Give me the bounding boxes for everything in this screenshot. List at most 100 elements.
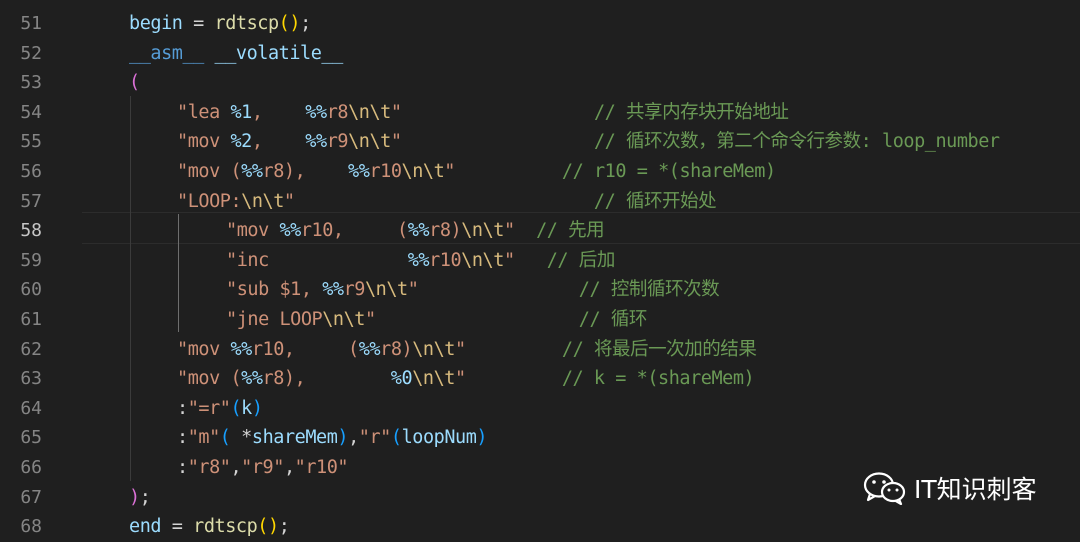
code-token: "jne LOOP — [226, 309, 323, 330]
code-token: "LOOP: — [177, 190, 242, 212]
code-editor[interactable]: 51 52 53 54 55 56 57 58 59 60 61 62 63 64 65 66 67 68 beg… — [0, 0, 1080, 537]
code-token: \n\t — [348, 131, 391, 153]
code-token: ) — [337, 427, 349, 449]
code-token: shareMem — [251, 427, 338, 449]
code-token: "r" — [358, 427, 392, 449]
code-token: r9 — [343, 279, 366, 301]
code-line: :"r8","r9","r10" — [177, 453, 349, 483]
code-token: rdtscp — [214, 13, 280, 34]
code-token: %% — [230, 338, 252, 360]
code-token: \n\t — [364, 279, 408, 301]
line-number: 61 — [20, 309, 42, 330]
code-token: %% — [305, 131, 327, 153]
wechat-icon — [862, 471, 906, 505]
code-token: end — [129, 516, 162, 538]
code-token: " — [283, 190, 295, 212]
code-token: = — [161, 516, 194, 538]
code-token: %% — [407, 220, 430, 242]
code-token: \n\t — [461, 249, 504, 271]
code-token: %% — [322, 279, 344, 301]
code-token: " — [390, 131, 402, 153]
code-token: loopNum — [401, 427, 477, 449]
watermark: IT知识刺客 — [862, 470, 1037, 506]
code-token: " — [454, 368, 466, 390]
line-number: 51 — [20, 13, 42, 34]
code-token: "mov — [177, 338, 231, 360]
line-number: 54 — [20, 101, 42, 123]
code-line: :"m"( *shareMem),"r"(loopNum) — [177, 423, 488, 453]
code-token: "inc — [226, 249, 408, 271]
code-token: %% — [305, 101, 327, 123]
code-token: , — [348, 427, 359, 449]
code-token: ( — [129, 72, 140, 94]
code-token: "mov ( — [177, 368, 242, 390]
code-token: ( — [219, 427, 231, 449]
code-line: "sub $1, %%r9\n\t" // 控制循环次数 — [226, 275, 720, 305]
code-line: "mov %%r10, (%%r8)\n\t" // 先用 — [226, 216, 605, 246]
code-line: "mov %%r10, (%%r8)\n\t" // 将最后一次加的结果 — [177, 335, 757, 365]
code-token: r10, ( — [251, 338, 359, 360]
code-token: rdtscp — [193, 516, 258, 538]
code-token: " — [364, 309, 376, 330]
code-token: "r9" — [241, 457, 284, 478]
code-token: "=r" — [187, 397, 231, 419]
code-token: \n\t — [412, 368, 455, 390]
code-token: %% — [279, 220, 301, 242]
code-line: end = rdtscp(); — [129, 512, 290, 542]
code-token: begin — [129, 13, 183, 34]
line-number: 60 — [20, 279, 42, 301]
code-token: ; — [139, 486, 151, 508]
code-token: \n\t — [412, 338, 455, 360]
line-number: 56 — [20, 161, 42, 182]
code-token: %2 — [230, 131, 252, 153]
code-token: ; — [300, 13, 311, 34]
code-token: r8), — [262, 368, 391, 390]
line-number: 63 — [20, 368, 42, 390]
code-token: // 共享内存块开始地址 — [593, 101, 789, 123]
code-token: r8 — [326, 101, 349, 123]
code-token: r9 — [326, 131, 349, 153]
code-token: ; — [278, 516, 290, 538]
code-token: ( — [390, 427, 402, 449]
code-token: r10, ( — [300, 220, 408, 242]
active-indent-guide — [178, 214, 179, 332]
code-token: : — [177, 397, 188, 419]
line-number-gutter: 51 52 53 54 55 56 57 58 59 60 61 62 63 64 65 66 67 68 — [0, 0, 62, 537]
code-token: " — [407, 279, 419, 301]
code-token: // k = *(shareMem) — [561, 368, 755, 390]
code-token: "mov — [177, 131, 231, 153]
code-token: \n\t — [461, 220, 504, 242]
code-token: () — [257, 516, 279, 538]
code-line: "mov (%%r8), %0\n\t" // k = *(shareMem) — [177, 364, 755, 394]
code-token: : — [177, 457, 188, 478]
code-token: r8), — [262, 161, 349, 182]
code-token: %% — [241, 161, 263, 182]
line-number: 57 — [20, 190, 42, 212]
code-token: %% — [358, 338, 381, 360]
code-token: "r8" — [187, 457, 231, 478]
line-number: 59 — [20, 249, 42, 271]
code-line: ); — [129, 483, 151, 513]
code-token: \n\t — [401, 161, 445, 182]
code-token: "mov — [226, 220, 280, 242]
code-line: "lea %1, %%r8\n\t" // 共享内存块开始地址 — [177, 98, 789, 128]
line-number: 65 — [20, 427, 42, 449]
code-token: , — [251, 131, 306, 153]
code-token: r10 — [369, 161, 402, 182]
code-token: r8) — [429, 220, 462, 242]
code-token: r10 — [429, 249, 462, 271]
code-token: k — [241, 397, 252, 419]
code-line: "jne LOOP\n\t" // 循环 — [226, 305, 647, 335]
code-line: "mov (%%r8), %%r10\n\t" // r10 = *(share… — [177, 157, 776, 187]
line-number: 66 — [20, 457, 42, 478]
code-token: r8) — [380, 338, 413, 360]
code-line: "mov %2, %%r9\n\t" // 循环次数，第二个命令行参数: loo… — [177, 127, 1000, 157]
code-token: __asm__ — [129, 42, 204, 64]
watermark-text: IT知识刺客 — [914, 475, 1037, 504]
